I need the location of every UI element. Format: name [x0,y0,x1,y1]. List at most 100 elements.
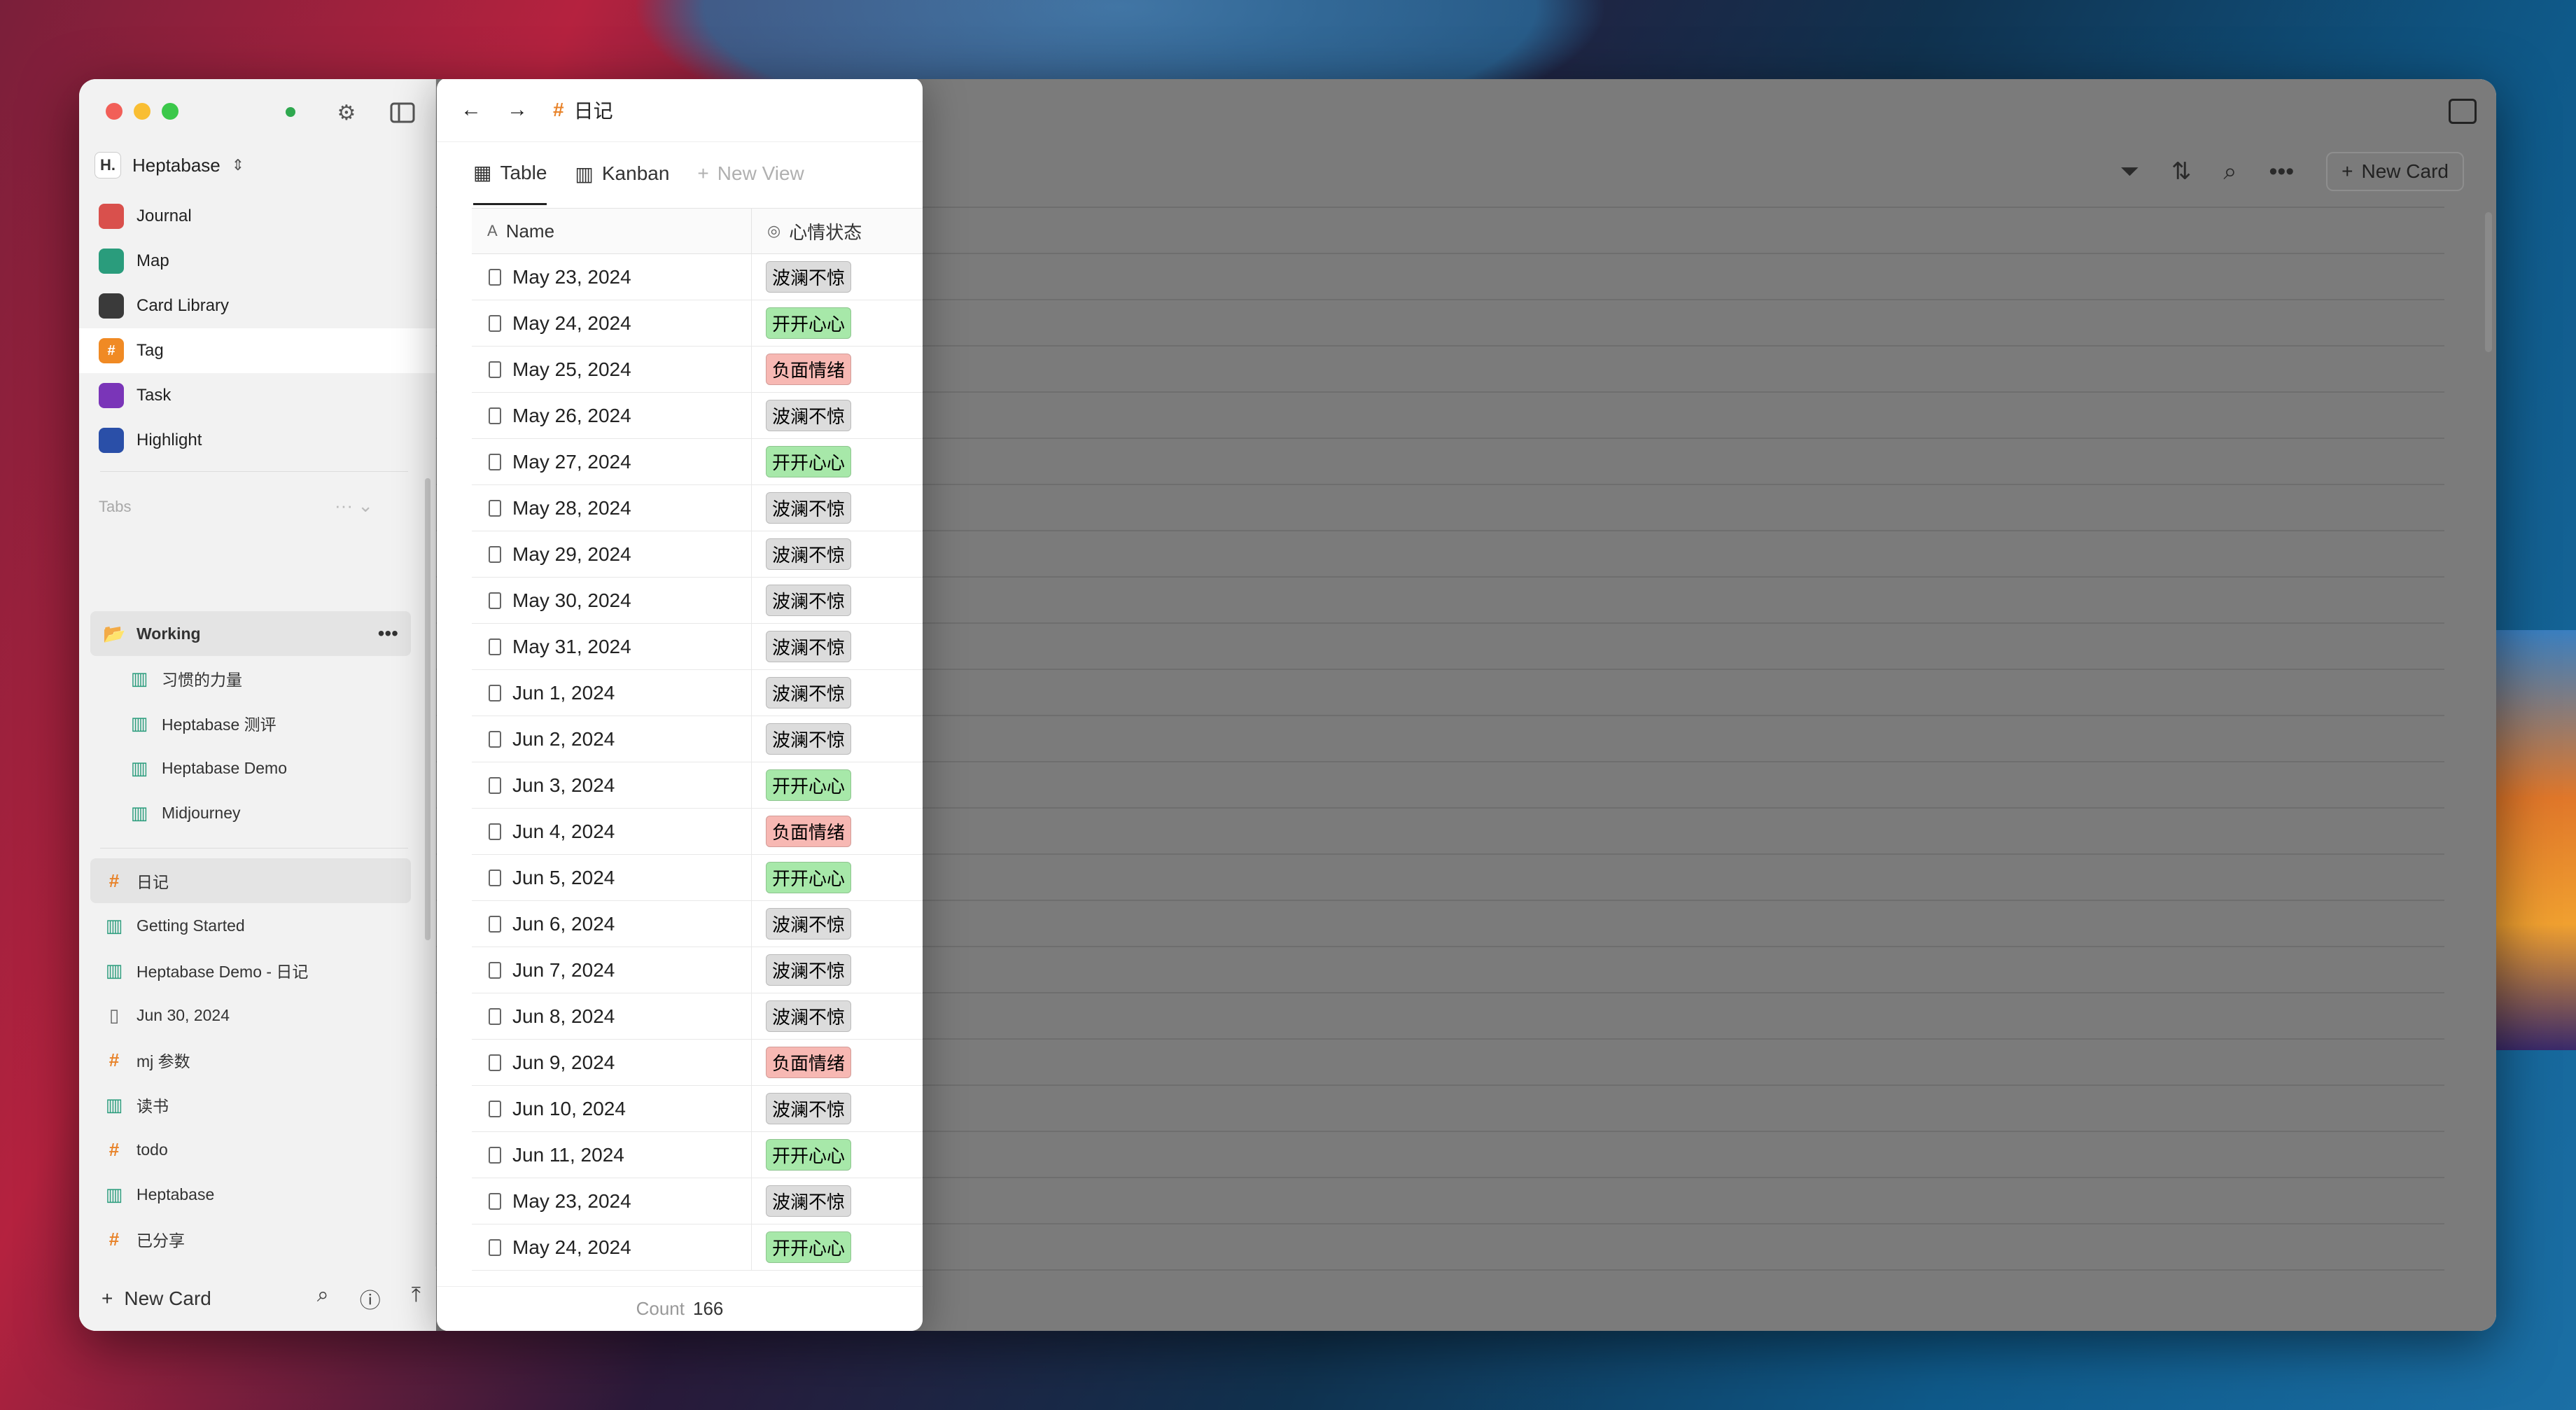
column-header-mood[interactable]: ◎ 心情状态 [752,209,862,253]
cell-name[interactable]: May 25, 2024 [472,347,752,392]
working-tab-item[interactable]: ▥ Heptabase 测评 [90,701,411,746]
sidebar-item-tag[interactable]: # Tag [79,328,435,373]
sidebar-item-map[interactable]: Map [79,239,435,284]
cell-name[interactable]: Jun 5, 2024 [472,855,752,900]
cell-name[interactable]: May 31, 2024 [472,624,752,669]
cell-name[interactable]: May 23, 2024 [472,1178,752,1224]
cell-name[interactable]: May 24, 2024 [472,1224,752,1270]
sidebar-item-card-library[interactable]: Card Library [79,284,435,328]
cell-name[interactable]: Jun 3, 2024 [472,762,752,808]
workspace-switcher[interactable]: H. Heptabase ⇕ [94,152,244,179]
working-tab-item[interactable]: ▥ Heptabase Demo [90,746,411,790]
tab-item[interactable]: # 日记 [90,858,411,903]
table-row[interactable]: May 24, 2024 开开心心 [472,300,923,347]
cell-mood[interactable]: 波澜不惊 [752,393,852,438]
more-icon[interactable]: ••• [2269,158,2294,186]
close-window-button[interactable] [106,103,122,120]
tab-table[interactable]: ▦ Table [473,142,547,205]
filter-icon[interactable]: ⏷ [2120,158,2139,186]
search-icon[interactable]: ⌕ [2223,158,2236,186]
back-arrow-icon[interactable]: ← [461,98,482,122]
cell-mood[interactable]: 波澜不惊 [752,993,852,1039]
cell-name[interactable]: Jun 11, 2024 [472,1132,752,1178]
table-row[interactable]: May 31, 2024 波澜不惊 [472,624,923,670]
tab-item[interactable]: # mj 参数 [90,1038,411,1082]
cell-mood[interactable]: 开开心心 [752,762,852,808]
working-tab-item[interactable]: ▥ Midjourney [90,790,411,835]
cell-name[interactable]: Jun 1, 2024 [472,670,752,716]
table-row[interactable]: May 23, 2024 波澜不惊 [472,254,923,300]
table-row[interactable]: Jun 9, 2024 负面情绪 [472,1040,923,1086]
cell-mood[interactable]: 波澜不惊 [752,1178,852,1224]
main-scrollbar[interactable] [2485,212,2492,352]
table-row[interactable]: Jun 7, 2024 波澜不惊 [472,947,923,993]
table-row[interactable]: May 30, 2024 波澜不惊 [472,578,923,624]
cell-mood[interactable]: 波澜不惊 [752,578,852,623]
collapse-up-icon[interactable]: ⤒ [412,1283,421,1314]
working-folder[interactable]: 📂 Working ••• [90,611,411,656]
working-tab-item[interactable]: ▥ 习惯的力量 [90,656,411,701]
table-row[interactable]: Jun 5, 2024 开开心心 [472,855,923,901]
tab-item[interactable]: ▥ Getting Started [90,903,411,948]
column-header-name[interactable]: A Name [472,209,752,253]
cell-name[interactable]: May 23, 2024 [472,254,752,300]
cell-name[interactable]: Jun 8, 2024 [472,993,752,1039]
tab-item[interactable]: ▥ Heptabase Demo - 日记 [90,948,411,993]
search-icon[interactable]: ⌕ [317,1283,329,1314]
gear-icon[interactable]: ⚙ [332,99,360,127]
table-row[interactable]: Jun 8, 2024 波澜不惊 [472,993,923,1040]
cell-mood[interactable]: 开开心心 [752,1132,852,1178]
tab-item[interactable]: # todo [90,1127,411,1172]
table-row[interactable]: Jun 2, 2024 波澜不惊 [472,716,923,762]
table-row[interactable]: May 23, 2024 波澜不惊 [472,1178,923,1224]
table-row[interactable]: May 24, 2024 开开心心 [472,1224,923,1271]
new-view-button[interactable]: + New View [697,142,804,205]
cell-mood[interactable]: 波澜不惊 [752,716,852,762]
cell-name[interactable]: May 24, 2024 [472,300,752,346]
cell-name[interactable]: May 30, 2024 [472,578,752,623]
cell-mood[interactable]: 负面情绪 [752,1040,852,1085]
tab-item[interactable]: ▥ Heptabase [90,1172,411,1217]
more-icon[interactable]: ••• [378,622,398,645]
cell-mood[interactable]: 波澜不惊 [752,670,852,716]
cell-name[interactable]: Jun 4, 2024 [472,809,752,854]
cell-name[interactable]: May 28, 2024 [472,485,752,531]
tab-item[interactable]: ▯ Jun 30, 2024 [90,993,411,1038]
cell-mood[interactable]: 波澜不惊 [752,254,852,300]
cell-mood[interactable]: 开开心心 [752,855,852,900]
cell-mood[interactable]: 负面情绪 [752,809,852,854]
tabs-more-icon[interactable]: ··· ⌄ [335,495,373,517]
sidebar-item-task[interactable]: Task [79,373,435,418]
cell-mood[interactable]: 波澜不惊 [752,485,852,531]
sidebar-toggle-icon[interactable] [388,99,416,127]
table-row[interactable]: Jun 4, 2024 负面情绪 [472,809,923,855]
cell-mood[interactable]: 负面情绪 [752,347,852,392]
cell-name[interactable]: May 27, 2024 [472,439,752,484]
table-row[interactable]: May 25, 2024 负面情绪 [472,347,923,393]
sort-icon[interactable]: ⇅ [2171,158,2192,186]
cell-mood[interactable]: 波澜不惊 [752,1086,852,1131]
right-panel-toggle-icon[interactable] [2449,99,2477,124]
maximize-window-button[interactable] [162,103,178,120]
cell-name[interactable]: Jun 9, 2024 [472,1040,752,1085]
cell-mood[interactable]: 开开心心 [752,300,852,346]
cell-mood[interactable]: 开开心心 [752,439,852,484]
cell-name[interactable]: May 29, 2024 [472,531,752,577]
table-row[interactable]: Jun 1, 2024 波澜不惊 [472,670,923,716]
sidebar-item-journal[interactable]: Journal [79,194,435,239]
new-card-button[interactable]: New Card [124,1287,211,1310]
cell-mood[interactable]: 波澜不惊 [752,624,852,669]
forward-arrow-icon[interactable]: → [507,98,528,122]
cell-name[interactable]: Jun 6, 2024 [472,901,752,947]
table-row[interactable]: Jun 3, 2024 开开心心 [472,762,923,809]
help-icon[interactable]: ⓘ [360,1283,381,1314]
sidebar-scrollbar[interactable] [425,478,430,940]
table-row[interactable]: May 26, 2024 波澜不惊 [472,393,923,439]
cell-mood[interactable]: 波澜不惊 [752,531,852,577]
minimize-window-button[interactable] [134,103,150,120]
cell-name[interactable]: Jun 2, 2024 [472,716,752,762]
tab-item[interactable]: # 已分享 [90,1217,411,1262]
table-row[interactable]: Jun 10, 2024 波澜不惊 [472,1086,923,1132]
table-row[interactable]: May 29, 2024 波澜不惊 [472,531,923,578]
table-row[interactable]: Jun 11, 2024 开开心心 [472,1132,923,1178]
